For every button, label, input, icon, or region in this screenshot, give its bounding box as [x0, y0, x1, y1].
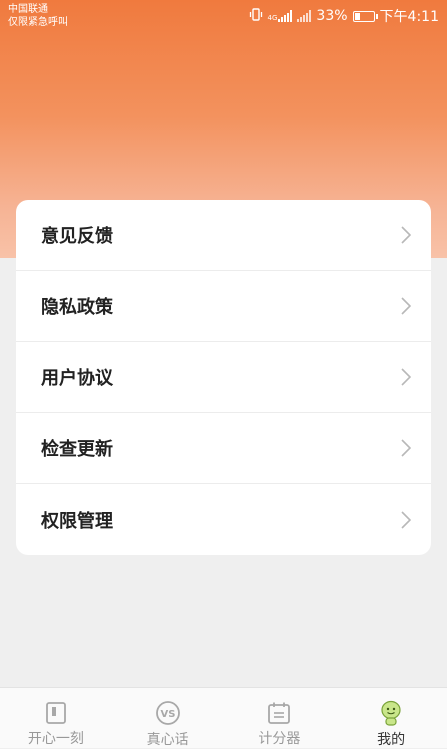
battery-icon	[352, 10, 378, 22]
menu-item-user-agreement[interactable]: 用户协议	[16, 342, 431, 413]
menu-item-label: 权限管理	[41, 510, 113, 532]
carrier-info: 中国联通 仅限紧急呼叫	[8, 3, 68, 29]
tab-truth[interactable]: VS 真心话	[112, 688, 224, 748]
settings-menu-card: 意见反馈 隐私政策 用户协议 检查更新 权限管理	[16, 200, 431, 555]
menu-item-label: 用户协议	[41, 368, 113, 389]
vibrate-icon	[249, 7, 263, 25]
tab-label: 真心话	[146, 732, 189, 748]
smiley-avatar-icon	[378, 700, 404, 726]
tab-label: 开心一刻	[27, 731, 84, 747]
emergency-only-text: 仅限紧急呼叫	[8, 17, 68, 28]
notebook-icon	[43, 700, 69, 725]
menu-item-check-update[interactable]: 检查更新	[16, 413, 431, 484]
chevron-right-icon	[401, 439, 411, 457]
signal-strength-icon	[278, 10, 293, 22]
chevron-right-icon	[401, 297, 411, 315]
battery-level-fill	[354, 12, 361, 20]
chevron-right-icon	[401, 226, 411, 244]
tab-scorer[interactable]: 计分器	[224, 688, 336, 748]
clock: 下午4:11	[379, 9, 439, 25]
bottom-tab-bar: 开心一刻 VS 真心话 计分器 我的	[0, 687, 447, 748]
menu-item-label: 意见反馈	[41, 226, 113, 247]
chevron-right-icon	[401, 510, 411, 529]
status-icons: 4G 33% 下午4:11	[249, 6, 439, 26]
calendar-icon	[266, 700, 292, 725]
tab-label: 计分器	[258, 731, 301, 747]
menu-item-label: 隐私政策	[41, 297, 113, 318]
menu-item-feedback[interactable]: 意见反馈	[16, 200, 431, 271]
network-type-label: 4G	[267, 14, 278, 22]
tab-label: 我的	[377, 732, 406, 748]
no-signal-icon	[297, 10, 312, 22]
battery-percent: 33%	[316, 8, 348, 24]
svg-text:VS: VS	[160, 709, 175, 720]
menu-item-label: 检查更新	[41, 439, 113, 460]
tab-mine[interactable]: 我的	[335, 688, 447, 748]
status-bar: 中国联通 仅限紧急呼叫 4G 33% 下午4:11	[0, 0, 447, 32]
chevron-right-icon	[401, 368, 411, 386]
vs-icon: VS	[155, 700, 181, 726]
tab-happy-moment[interactable]: 开心一刻	[0, 688, 112, 748]
menu-item-permissions[interactable]: 权限管理	[16, 484, 431, 555]
menu-item-privacy-policy[interactable]: 隐私政策	[16, 271, 431, 342]
carrier-name: 中国联通	[8, 4, 48, 15]
